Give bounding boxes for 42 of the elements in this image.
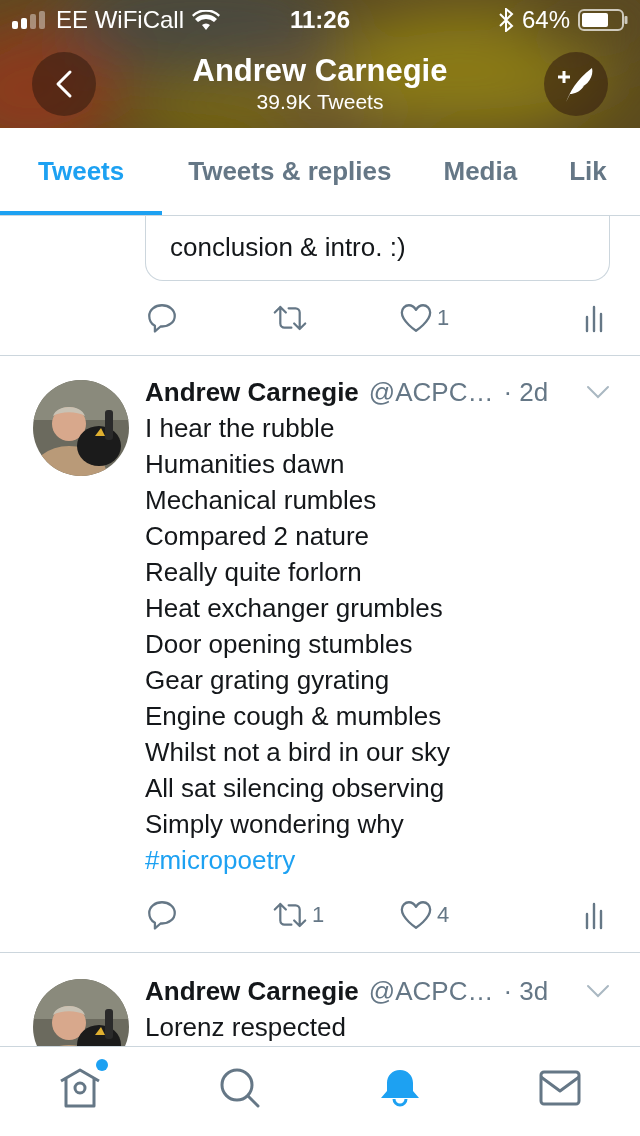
battery-percent: 64% (521, 6, 570, 34)
reply-icon (145, 898, 179, 932)
wifi-icon (192, 10, 220, 30)
retweet-button[interactable]: 1 (272, 898, 399, 932)
author-name: Andrew Carnegie (145, 975, 359, 1007)
clock-time: 11:26 (289, 6, 351, 34)
back-button[interactable] (32, 52, 96, 116)
signal-icon (12, 11, 48, 29)
compose-button[interactable] (544, 52, 608, 116)
heart-icon (399, 302, 433, 334)
battery-icon (578, 9, 628, 31)
heart-icon (399, 899, 433, 931)
author-handle: @ACPC… (368, 975, 494, 1007)
mail-icon (539, 1069, 581, 1106)
carrier-name: EE WiFiCall (56, 6, 184, 34)
house-icon (58, 1066, 102, 1109)
back-icon (55, 69, 73, 99)
profile-tab[interactable]: Tweets (0, 128, 163, 215)
analytics-button[interactable] (584, 303, 604, 333)
analytics-icon (584, 303, 604, 333)
search-icon (219, 1066, 261, 1109)
tweet-count: 39.9K Tweets (256, 89, 384, 115)
profile-tab[interactable]: Lik (543, 128, 633, 215)
tweet-time: · 3d (503, 975, 549, 1007)
analytics-button[interactable] (584, 900, 604, 930)
author-handle: @ACPC… (368, 376, 494, 408)
reply-icon (145, 301, 179, 335)
bluetooth-icon (497, 8, 514, 32)
like-button[interactable]: 4 (399, 899, 526, 931)
quoted-text: conclusion & intro. :) (170, 232, 406, 262)
hashtag-link[interactable]: #micropoetry (145, 845, 296, 875)
tweet-text: I hear the rubble Humanities dawn Mechanical rumbles Compared 2 nature Really quite forlorn Heat exchanger grumbles Door opening stumbles Gear grating gyrating Engine cough & mumbles Whilst not a bird in our sky All sat silencing observing Simply wondering why #micropoetry (145, 412, 451, 877)
profile-tab[interactable]: Tweets & replies (162, 128, 418, 215)
like-button[interactable]: 1 (399, 302, 526, 334)
tweet-time: · 2d (503, 376, 549, 408)
profile-name: Andrew Carnegie (192, 53, 448, 89)
quoted-tweet[interactable]: conclusion & intro. :) (145, 216, 610, 281)
profile-tab[interactable]: Media (417, 128, 544, 215)
author-name: Andrew Carnegie (145, 376, 359, 408)
tweet-text: Lorenz respected (145, 1011, 347, 1044)
analytics-icon (584, 900, 604, 930)
bell-icon (379, 1067, 421, 1108)
